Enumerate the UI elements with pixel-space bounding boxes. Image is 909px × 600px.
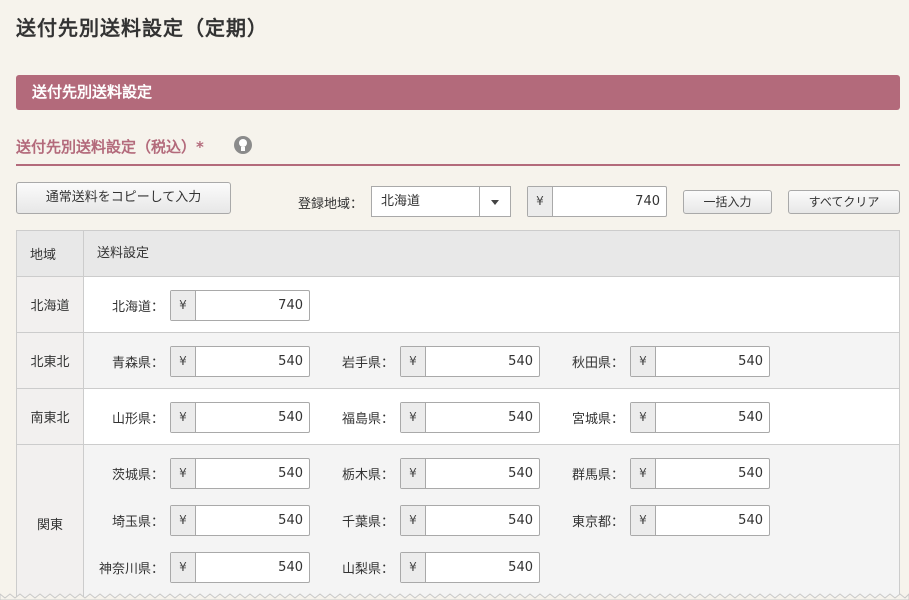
pref-label: 千葉県： <box>341 515 394 530</box>
pref-amount-field[interactable]: ¥ 540 <box>630 505 770 536</box>
pref-amount-input[interactable]: 540 <box>426 506 539 535</box>
pref-amount-field[interactable]: ¥ 540 <box>170 458 310 489</box>
shipping-table: 地域 送料設定 北海道 北海道： ¥ 740 北東北 青森県： ¥ 540 岩手… <box>16 230 900 600</box>
yen-prefix: ¥ <box>171 459 196 488</box>
yen-prefix: ¥ <box>631 403 656 432</box>
torn-edge <box>0 593 909 600</box>
pref-amount-field[interactable]: ¥ 540 <box>170 505 310 536</box>
pref-amount-input[interactable]: 540 <box>426 553 539 582</box>
yen-prefix: ¥ <box>171 403 196 432</box>
pref-amount-field[interactable]: ¥ 540 <box>170 402 310 433</box>
region-name: 北海道 <box>17 277 84 332</box>
pref-amount-input[interactable]: 540 <box>656 506 769 535</box>
region-name: 関東 <box>17 445 84 600</box>
yen-prefix: ¥ <box>631 459 656 488</box>
chevron-down-icon[interactable] <box>479 187 510 216</box>
row-body: 山形県： ¥ 540 福島県： ¥ 540 宮城県： ¥ 540 <box>84 389 899 444</box>
pref-amount-field[interactable]: ¥ 540 <box>400 552 540 583</box>
pref-amount-input[interactable]: 540 <box>196 459 309 488</box>
pref-amount-field[interactable]: ¥ 540 <box>400 505 540 536</box>
pref-amount-field[interactable]: ¥ 540 <box>400 458 540 489</box>
subsection-title: 送付先別送料設定（税込）* <box>16 138 204 156</box>
pref-amount-input[interactable]: 540 <box>196 506 309 535</box>
pref-label: 群馬県： <box>571 468 624 483</box>
pref-amount-input[interactable]: 540 <box>656 459 769 488</box>
column-header-settings: 送料設定 <box>97 246 150 261</box>
pref-label: 宮城県： <box>571 412 624 427</box>
pref-label: 北海道： <box>111 300 164 315</box>
page-title: 送付先別送料設定（定期） <box>16 16 268 40</box>
pref-amount-input[interactable]: 540 <box>196 553 309 582</box>
pref-amount-input[interactable]: 740 <box>196 291 309 320</box>
pref-amount-field[interactable]: ¥ 540 <box>630 458 770 489</box>
column-header-region: 地域 <box>17 231 84 276</box>
copy-shipping-button[interactable]: 通常送料をコピーして入力 <box>16 182 231 214</box>
pref-amount-field[interactable]: ¥ 540 <box>170 552 310 583</box>
pref-amount-input[interactable]: 540 <box>196 347 309 376</box>
clear-all-button[interactable]: すべてクリア <box>788 190 900 214</box>
pref-amount-field[interactable]: ¥ 540 <box>170 346 310 377</box>
yen-prefix: ¥ <box>401 403 426 432</box>
pref-label: 青森県： <box>111 356 164 371</box>
pref-amount-input[interactable]: 540 <box>426 459 539 488</box>
yen-prefix: ¥ <box>528 187 553 216</box>
region-select[interactable]: 北海道 <box>371 186 511 217</box>
table-header-row: 地域 送料設定 <box>17 231 899 277</box>
yen-prefix: ¥ <box>631 347 656 376</box>
pref-amount-input[interactable]: 540 <box>656 403 769 432</box>
section-header: 送付先別送料設定 <box>16 75 900 110</box>
table-row: 関東 茨城県： ¥ 540 栃木県： ¥ 540 群馬県： ¥ 540 埼玉県：… <box>17 445 899 600</box>
row-body: 茨城県： ¥ 540 栃木県： ¥ 540 群馬県： ¥ 540 埼玉県： ¥ … <box>84 445 899 600</box>
yen-prefix: ¥ <box>401 506 426 535</box>
region-name: 北東北 <box>17 333 84 388</box>
yen-prefix: ¥ <box>171 506 196 535</box>
bulk-input-button[interactable]: 一括入力 <box>683 190 772 214</box>
pref-label: 福島県： <box>341 412 394 427</box>
pref-amount-input[interactable]: 540 <box>196 403 309 432</box>
pref-amount-input[interactable]: 540 <box>426 403 539 432</box>
yen-prefix: ¥ <box>631 506 656 535</box>
pref-amount-field[interactable]: ¥ 540 <box>630 402 770 433</box>
yen-prefix: ¥ <box>401 347 426 376</box>
pref-label: 神奈川県： <box>98 562 164 577</box>
table-row: 南東北 山形県： ¥ 540 福島県： ¥ 540 宮城県： ¥ 540 <box>17 389 899 445</box>
pref-amount-input[interactable]: 540 <box>656 347 769 376</box>
bulk-amount-input[interactable]: 740 <box>553 187 666 216</box>
region-name: 南東北 <box>17 389 84 444</box>
yen-prefix: ¥ <box>171 553 196 582</box>
row-body: 北海道： ¥ 740 <box>84 277 899 332</box>
yen-prefix: ¥ <box>401 553 426 582</box>
table-row: 北東北 青森県： ¥ 540 岩手県： ¥ 540 秋田県： ¥ 540 <box>17 333 899 389</box>
pref-amount-field[interactable]: ¥ 540 <box>630 346 770 377</box>
yen-prefix: ¥ <box>171 347 196 376</box>
lightbulb-icon[interactable] <box>234 136 252 154</box>
pref-label: 栃木県： <box>341 468 394 483</box>
bulk-amount-field[interactable]: ¥ 740 <box>527 186 667 217</box>
region-label: 登録地域： <box>298 197 364 212</box>
subsection-header: 送付先別送料設定（税込）* <box>16 132 900 166</box>
pref-label: 山形県： <box>111 412 164 427</box>
yen-prefix: ¥ <box>171 291 196 320</box>
pref-label: 岩手県： <box>341 356 394 371</box>
pref-amount-field[interactable]: ¥ 540 <box>400 346 540 377</box>
row-body: 青森県： ¥ 540 岩手県： ¥ 540 秋田県： ¥ 540 <box>84 333 899 388</box>
pref-label: 山梨県： <box>341 562 394 577</box>
pref-amount-field[interactable]: ¥ 540 <box>400 402 540 433</box>
pref-label: 東京都： <box>571 515 624 530</box>
pref-label: 秋田県： <box>571 356 624 371</box>
table-row: 北海道 北海道： ¥ 740 <box>17 277 899 333</box>
yen-prefix: ¥ <box>401 459 426 488</box>
pref-label: 茨城県： <box>111 468 164 483</box>
pref-amount-input[interactable]: 540 <box>426 347 539 376</box>
pref-amount-field[interactable]: ¥ 740 <box>170 290 310 321</box>
pref-label: 埼玉県： <box>111 515 164 530</box>
region-select-value: 北海道 <box>381 194 421 209</box>
